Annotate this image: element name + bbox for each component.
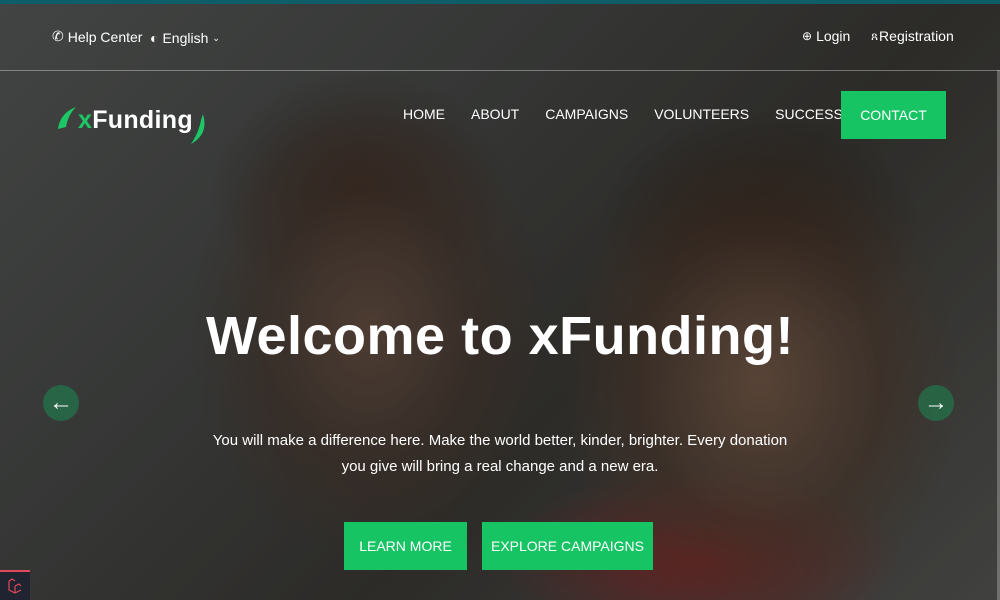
- nav-volunteers[interactable]: VOLUNTEERS: [654, 106, 749, 122]
- chevron-down-icon: ⌄: [212, 32, 220, 43]
- top-accent-bar: [0, 0, 1000, 4]
- globe-icon: ◐: [150, 30, 159, 46]
- login-icon: ⊕: [802, 29, 813, 43]
- help-center-link[interactable]: ✆ Help Center: [52, 28, 142, 45]
- language-select[interactable]: ◐ English ⌄: [150, 30, 220, 46]
- phone-icon: ✆: [52, 28, 64, 44]
- nav-campaigns[interactable]: CAMPAIGNS: [545, 106, 628, 122]
- user-icon: ጸ: [871, 28, 879, 43]
- hero-title: Welcome to xFunding!: [206, 306, 794, 366]
- explore-campaigns-button[interactable]: EXPLORE CAMPAIGNS: [482, 522, 653, 570]
- header-divider: [0, 70, 1000, 71]
- prev-slide-arrow-icon[interactable]: ←: [43, 385, 79, 421]
- registration-link[interactable]: ጸ Registration: [871, 28, 954, 44]
- next-slide-arrow-icon[interactable]: →: [918, 385, 954, 421]
- learn-more-button[interactable]: LEARN MORE: [344, 522, 467, 570]
- laravel-debug-icon[interactable]: [0, 570, 30, 600]
- contact-button[interactable]: CONTACT: [841, 91, 946, 139]
- login-link[interactable]: ⊕ Login: [802, 28, 850, 44]
- nav-home[interactable]: HOME: [403, 106, 445, 122]
- logo[interactable]: xFunding: [56, 90, 209, 150]
- hand-leaf-icon: [58, 107, 76, 129]
- hand-leaf-icon: [190, 114, 205, 144]
- hero-subtitle: You will make a difference here. Make th…: [212, 432, 788, 475]
- nav-about[interactable]: ABOUT: [471, 106, 519, 122]
